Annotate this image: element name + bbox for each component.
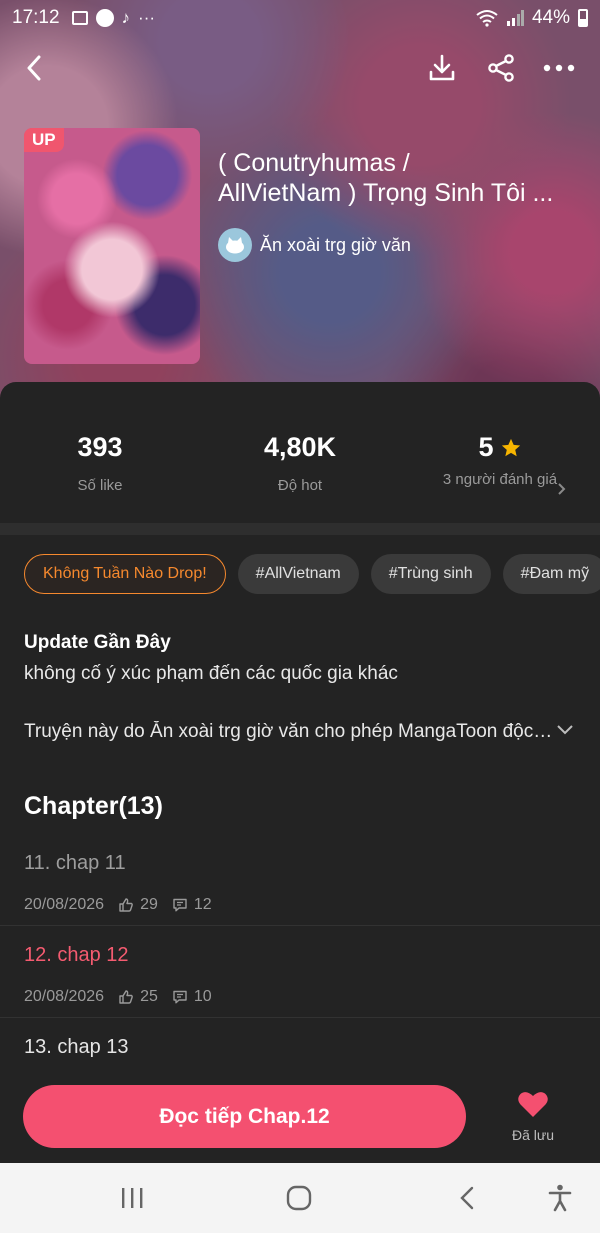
chapter-comments: 12 [193, 896, 212, 913]
star-icon [501, 438, 520, 456]
more-options-button[interactable] [539, 48, 579, 88]
comic-cover-image[interactable]: UP [24, 128, 200, 364]
tag-chip[interactable]: Không Tuần Nào Drop! [24, 554, 226, 594]
heart-icon [518, 1092, 548, 1117]
update-text: không cố ý xúc phạm đến các quốc gia khá… [24, 663, 398, 684]
system-back-button[interactable] [452, 1183, 482, 1213]
recent-apps-icon [122, 1188, 143, 1208]
chapter-comments: 10 [193, 988, 212, 1005]
likes-value: 393 [77, 432, 123, 462]
chapter-title: 13. chap 13 [24, 1036, 129, 1058]
likes-stat: 393 Số like [50, 432, 150, 494]
chapter-item-current[interactable]: 12. chap 12 20/08/2026 25 10 [0, 926, 600, 1018]
comic-detail-screen: 17:12 ♪ ··· 44% UP ( Conutryhumas / AllV… [0, 0, 600, 1233]
signal-icon [506, 10, 524, 26]
cat-avatar-icon [226, 237, 244, 254]
messenger-notification-icon [95, 9, 114, 27]
thumbs-up-icon [119, 990, 133, 1004]
chevron-left-icon [27, 55, 41, 81]
continue-reading-button[interactable]: Đọc tiếp Chap.12 [23, 1085, 466, 1148]
back-button[interactable] [14, 48, 54, 88]
accessibility-icon [548, 1184, 572, 1212]
system-navigation-bar [0, 1163, 600, 1233]
saved-label: Đã lưu [511, 1127, 555, 1143]
tag-list: Không Tuần Nào Drop! #AllVietnam #Trùng … [24, 554, 600, 594]
update-heading: Update Gần Đây [24, 632, 171, 653]
chapter-item[interactable]: 11. chap 11 20/08/2026 29 12 [0, 834, 600, 926]
chapter-title: 11. chap 11 [24, 852, 126, 874]
status-bar: 17:12 ♪ ··· 44% [0, 0, 600, 36]
download-icon [429, 54, 455, 81]
recent-apps-button[interactable] [117, 1183, 147, 1213]
chapter-date: 20/08/2026 [24, 988, 105, 1005]
section-divider [0, 523, 600, 535]
hot-stat: 4,80K Độ hot [245, 432, 355, 494]
chapter-date: 20/08/2026 [24, 896, 105, 913]
rating-value: 5 [478, 432, 494, 462]
saved-button[interactable]: Đã lưu [500, 1090, 566, 1143]
comment-icon [173, 990, 187, 1004]
download-button[interactable] [422, 48, 462, 88]
share-icon [488, 54, 514, 82]
tag-chip[interactable]: #Đam mỹ [502, 554, 600, 594]
comic-title: ( Conutryhumas / AllVietNam ) Trọng Sinh… [218, 148, 583, 208]
top-navigation [0, 48, 600, 88]
update-badge: UP [24, 128, 64, 152]
chapter-likes: 25 [140, 988, 158, 1005]
description-text[interactable]: Truyện này do Ăn xoài trg giờ văn cho ph… [24, 721, 554, 743]
tiktok-notification-icon: ♪ [121, 8, 131, 27]
stats-row: 393 Số like 4,80K Độ hot 5 3 người đánh … [0, 400, 600, 520]
accessibility-button[interactable] [545, 1183, 575, 1213]
status-time: 17:12 [12, 7, 60, 28]
tag-chip[interactable]: #AllVietnam [237, 554, 359, 594]
share-button[interactable] [481, 48, 521, 88]
rating-stat[interactable]: 5 3 người đánh giá [440, 432, 560, 489]
thumbs-up-icon [119, 898, 133, 912]
avatar [218, 228, 252, 262]
wifi-icon [476, 10, 498, 27]
comment-icon [173, 898, 187, 912]
chapter-list-heading: Chapter(13) [24, 792, 163, 820]
rating-label: 3 người đánh giá [442, 471, 558, 488]
expand-chevron-down-icon[interactable] [556, 724, 574, 736]
author-link[interactable]: Ăn xoài trg giờ văn [218, 228, 411, 262]
more-notifications-icon: ··· [138, 8, 156, 27]
hot-value: 4,80K [263, 432, 337, 462]
battery-icon [578, 9, 588, 27]
likes-label: Số like [77, 477, 123, 494]
back-arrow-icon [460, 1186, 474, 1210]
battery-percent: 44% [531, 7, 570, 28]
author-name: Ăn xoài trg giờ văn [260, 234, 411, 255]
chapter-likes: 29 [140, 896, 158, 913]
tag-chip[interactable]: #Trùng sinh [370, 554, 491, 594]
hot-label: Độ hot [277, 477, 323, 494]
chevron-right-icon [558, 483, 566, 495]
comic-title-line-1: ( Conutryhumas / [218, 149, 410, 177]
more-horizontal-icon [543, 64, 575, 72]
comic-title-line-2: AllVietNam ) Trọng Sinh Tôi ... [218, 179, 554, 207]
home-icon [286, 1185, 312, 1211]
chapter-title: 12. chap 12 [24, 944, 129, 966]
gallery-notification-icon [71, 11, 88, 25]
home-button[interactable] [284, 1183, 314, 1213]
